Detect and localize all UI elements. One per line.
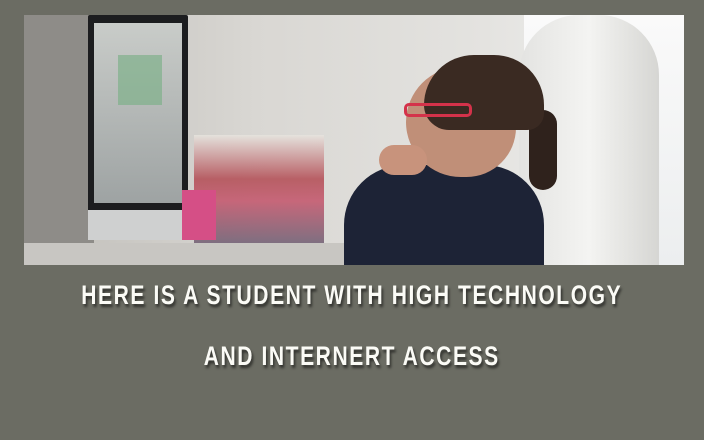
- caption-text: HERE IS A STUDENT WITH HIGH TECHNOLOGY: [81, 280, 623, 310]
- spreadsheet: [118, 55, 162, 105]
- monitor-chin: [88, 210, 188, 240]
- glasses: [404, 103, 472, 117]
- student-body: [344, 165, 544, 265]
- monitor-screen: [94, 23, 182, 203]
- caption-line-1: HERE IS A STUDENT WITH HIGH TECHNOLOGY: [0, 280, 704, 311]
- student-hand: [379, 145, 427, 175]
- student-photo: [24, 15, 684, 265]
- caption-text: AND INTERNERT ACCESS: [203, 341, 501, 371]
- pink-cup: [182, 190, 216, 240]
- student-hair: [424, 55, 544, 130]
- caption-line-2: AND INTERNERT ACCESS: [0, 341, 704, 372]
- wall: [24, 15, 94, 265]
